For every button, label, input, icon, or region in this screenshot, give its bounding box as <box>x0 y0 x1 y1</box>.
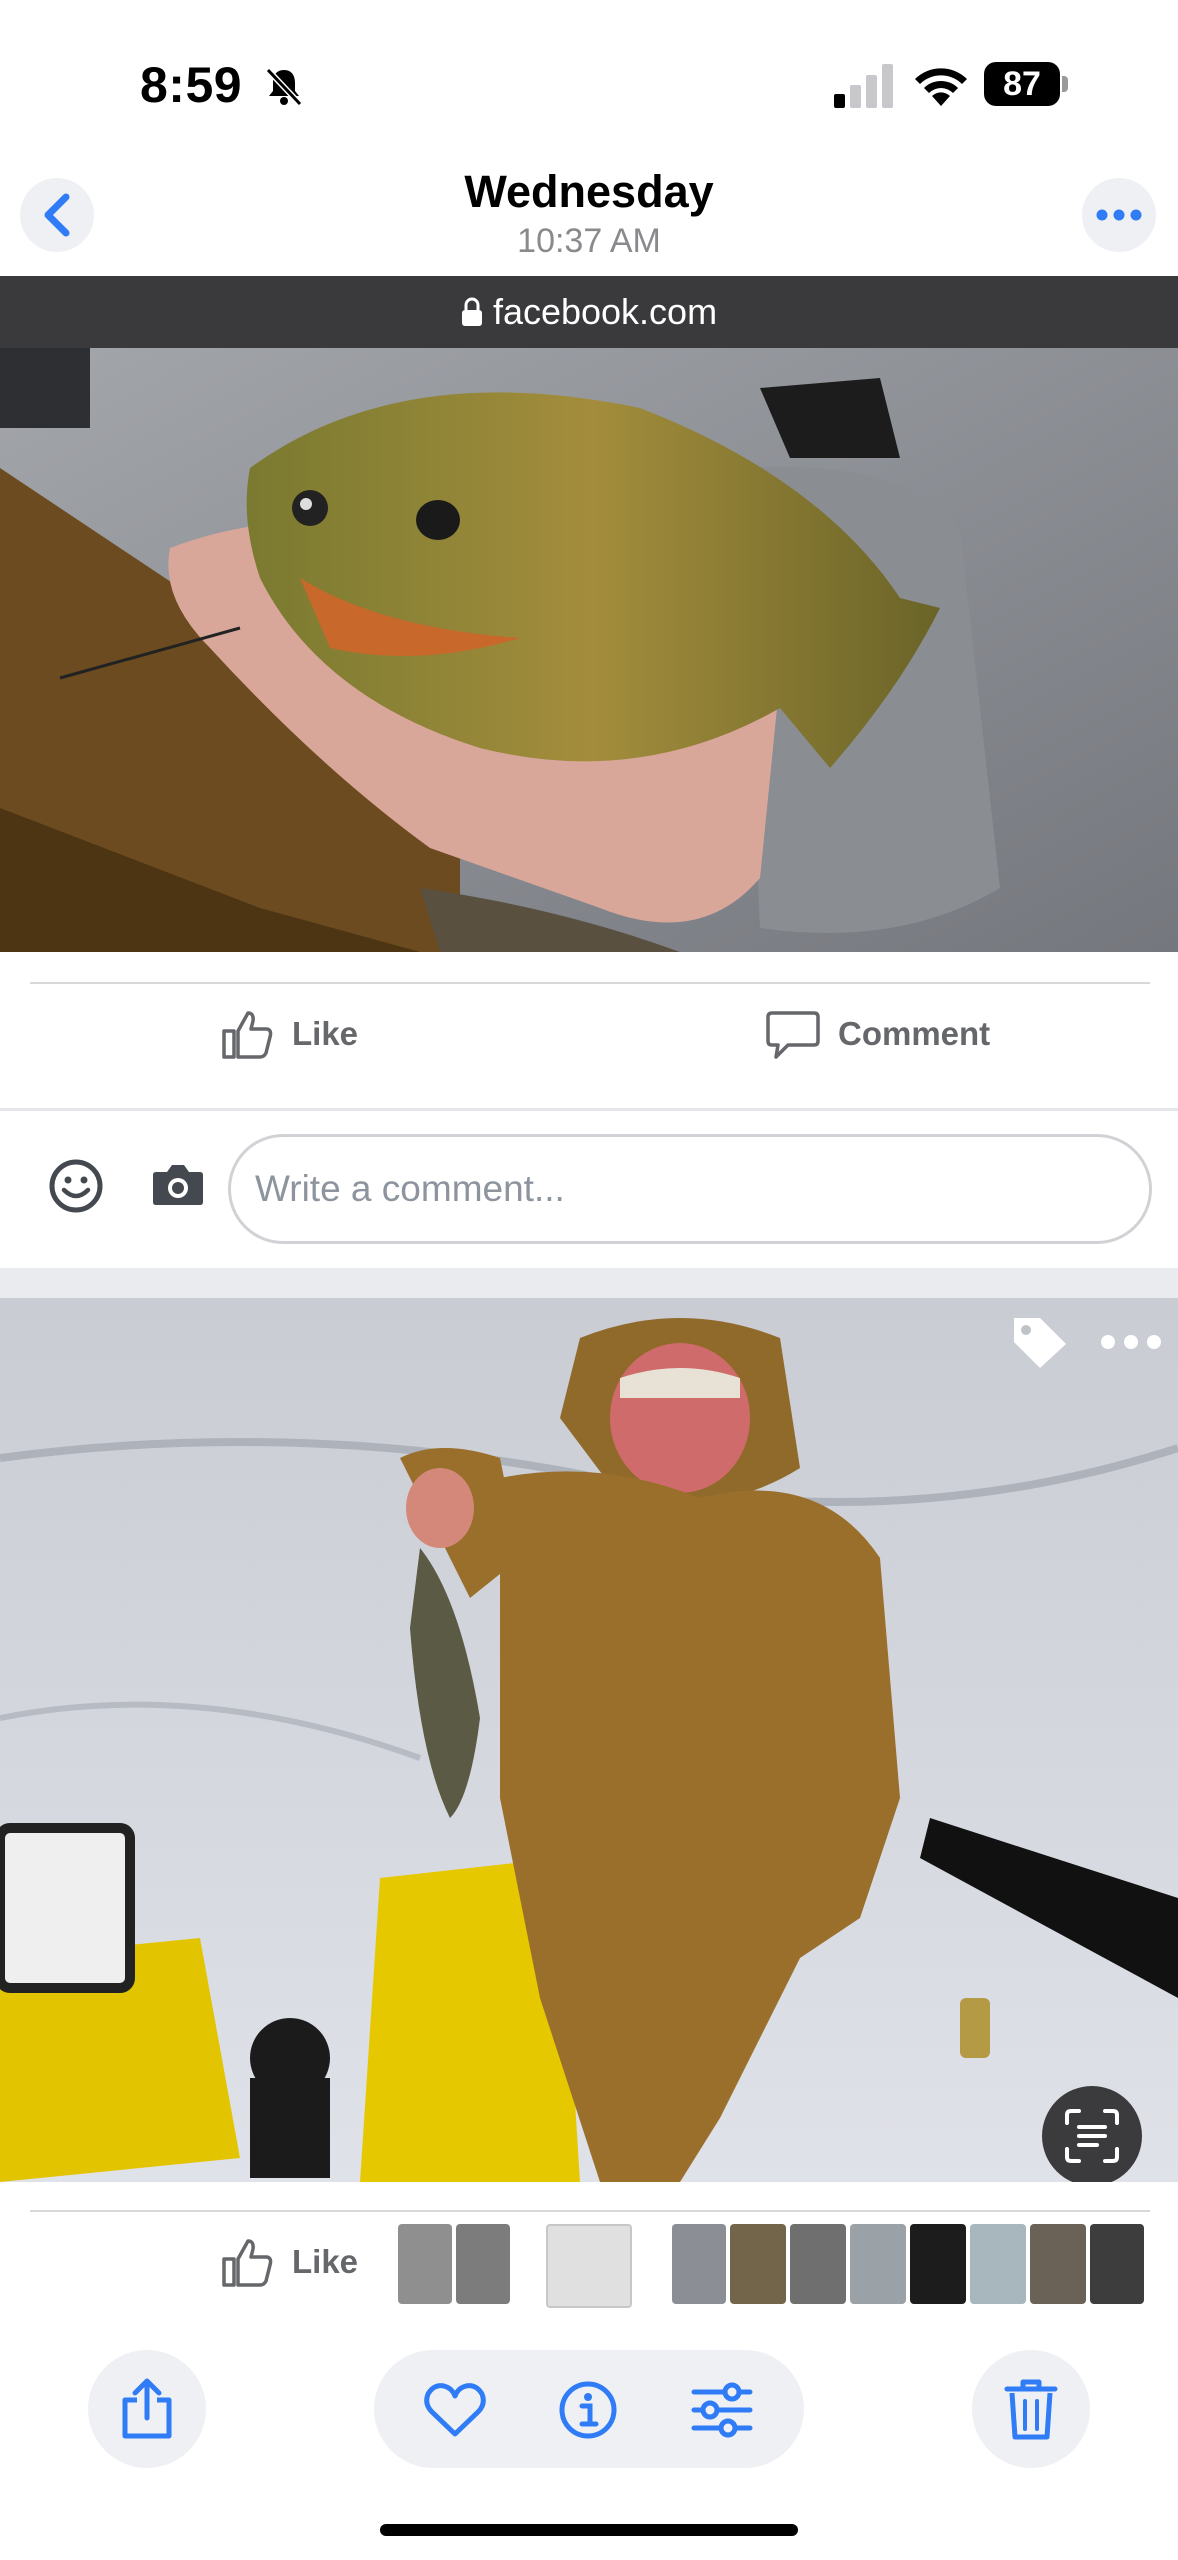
feed-separator <box>0 1268 1178 1298</box>
header-subtitle: 10:37 AM <box>517 222 661 260</box>
comment-input[interactable]: Write a comment... <box>228 1134 1152 1244</box>
fish-in-hand-image <box>0 348 1178 952</box>
status-time: 8:59 <box>140 57 243 113</box>
thumbnail[interactable] <box>398 2224 452 2304</box>
thumbnail[interactable] <box>1030 2224 1086 2304</box>
more-options-button[interactable] <box>1082 178 1156 252</box>
tag-icon[interactable] <box>1010 1314 1070 1370</box>
battery-level: 87 <box>1003 65 1041 103</box>
like-label-post2: Like <box>292 2243 359 2280</box>
post-photo-fish[interactable] <box>0 348 1178 952</box>
comment-placeholder: Write a comment... <box>255 1168 565 1209</box>
thumbnail[interactable] <box>970 2224 1026 2304</box>
thumbnail[interactable] <box>730 2224 786 2304</box>
like-button-post2[interactable]: Like <box>220 2228 358 2296</box>
camera-icon[interactable] <box>152 1162 204 1206</box>
thumbnail[interactable] <box>456 2224 510 2304</box>
speech-bubble-icon <box>766 1011 820 1059</box>
cellular-signal-icon <box>834 64 893 108</box>
share-icon <box>122 2378 172 2439</box>
emoji-icon[interactable] <box>48 1158 104 1214</box>
photo-options-icon[interactable] <box>1100 1332 1162 1352</box>
info-icon[interactable] <box>558 2380 618 2440</box>
comment-label: Comment <box>838 1015 991 1052</box>
like-button[interactable]: Like <box>220 1000 358 1068</box>
text-scan-icon <box>1065 2109 1119 2163</box>
thumbnail[interactable] <box>910 2224 966 2304</box>
trash-icon <box>1004 2379 1058 2440</box>
url-domain: facebook.com <box>492 291 718 332</box>
home-indicator[interactable] <box>380 2524 798 2536</box>
thumbnail[interactable] <box>790 2224 846 2304</box>
adjust-icon[interactable] <box>690 2382 754 2438</box>
ice-fisherman-image <box>0 1298 1178 2182</box>
heart-icon[interactable] <box>424 2382 486 2438</box>
thumbs-up-icon <box>222 1011 273 1059</box>
thumbnail[interactable] <box>850 2224 906 2304</box>
delete-button[interactable] <box>972 2350 1090 2468</box>
thumbnail[interactable] <box>1090 2224 1144 2304</box>
battery-indicator: 87 <box>984 62 1070 108</box>
post-photo-ice-fishing[interactable] <box>0 1298 1178 2182</box>
thumbs-up-icon <box>222 2239 273 2287</box>
thumbnail-strip[interactable] <box>398 2224 1144 2308</box>
silent-bell-icon <box>265 67 303 107</box>
comment-button[interactable]: Comment <box>766 1000 990 1068</box>
lock-icon <box>461 297 482 326</box>
header-title: Wednesday <box>464 166 714 217</box>
url-bar: facebook.com <box>0 276 1178 348</box>
live-text-button[interactable] <box>1042 2086 1142 2182</box>
thumbnail[interactable] <box>672 2224 726 2304</box>
ellipsis-icon <box>1096 209 1142 221</box>
like-label: Like <box>292 1015 359 1052</box>
share-button[interactable] <box>88 2350 206 2468</box>
thumbnail-selected[interactable] <box>546 2224 632 2308</box>
wifi-icon <box>915 68 967 106</box>
